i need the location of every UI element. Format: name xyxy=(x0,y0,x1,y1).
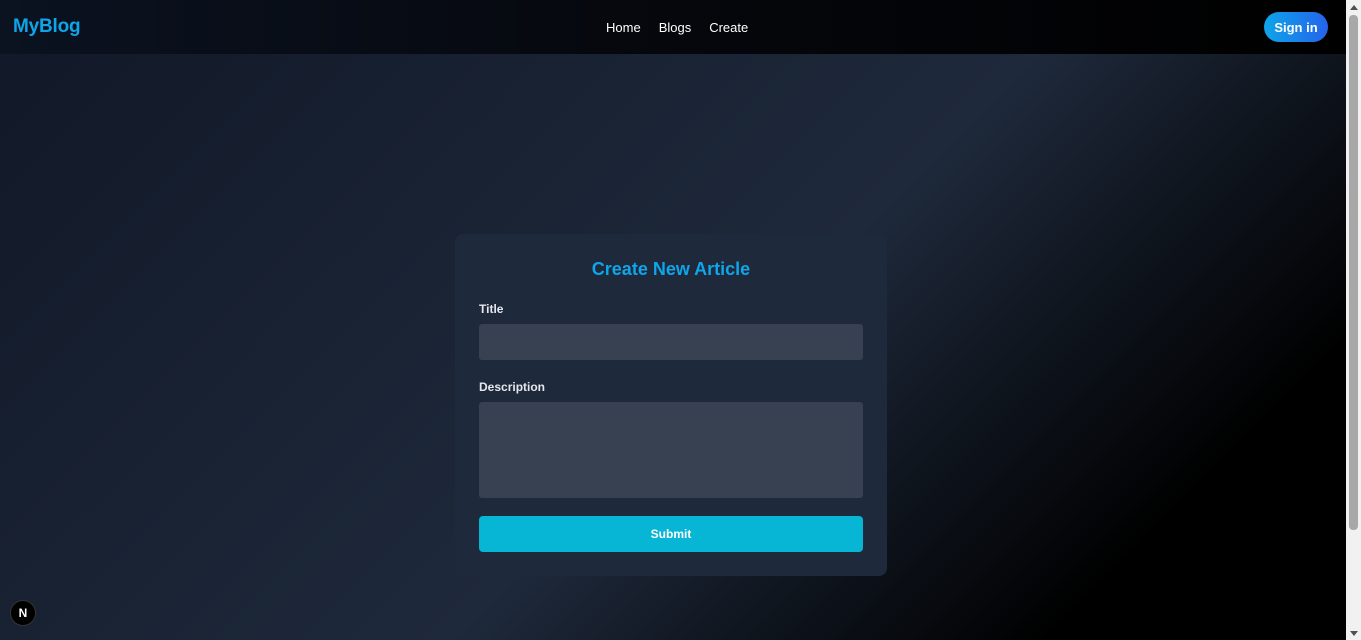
signin-button[interactable]: Sign in xyxy=(1264,12,1328,42)
navbar: MyBlog Home Blogs Create Sign in xyxy=(0,0,1346,54)
nextjs-logo-icon[interactable]: N xyxy=(10,600,36,626)
scroll-down-arrow-icon[interactable] xyxy=(1346,626,1361,640)
description-label: Description xyxy=(479,380,546,394)
site-logo[interactable]: MyBlog xyxy=(13,16,81,38)
nav-link-create[interactable]: Create xyxy=(709,20,748,35)
submit-button[interactable]: Submit xyxy=(479,516,863,552)
scroll-thumb[interactable] xyxy=(1349,15,1358,530)
form-heading: Create New Article xyxy=(591,259,751,279)
scroll-up-arrow-icon[interactable] xyxy=(1346,0,1361,14)
page-background: MyBlog Home Blogs Create Sign in Create … xyxy=(0,0,1346,640)
nav-link-home[interactable]: Home xyxy=(606,20,641,35)
title-input[interactable] xyxy=(479,324,863,360)
description-textarea[interactable] xyxy=(479,402,863,498)
nextjs-badge-letter: N xyxy=(18,606,28,620)
create-article-form: Create New Article Title Description Sub… xyxy=(455,234,887,576)
nav-links: Home Blogs Create xyxy=(606,0,748,54)
nav-link-blogs[interactable]: Blogs xyxy=(659,20,692,35)
title-label: Title xyxy=(479,302,504,316)
vertical-scrollbar[interactable] xyxy=(1346,0,1361,640)
